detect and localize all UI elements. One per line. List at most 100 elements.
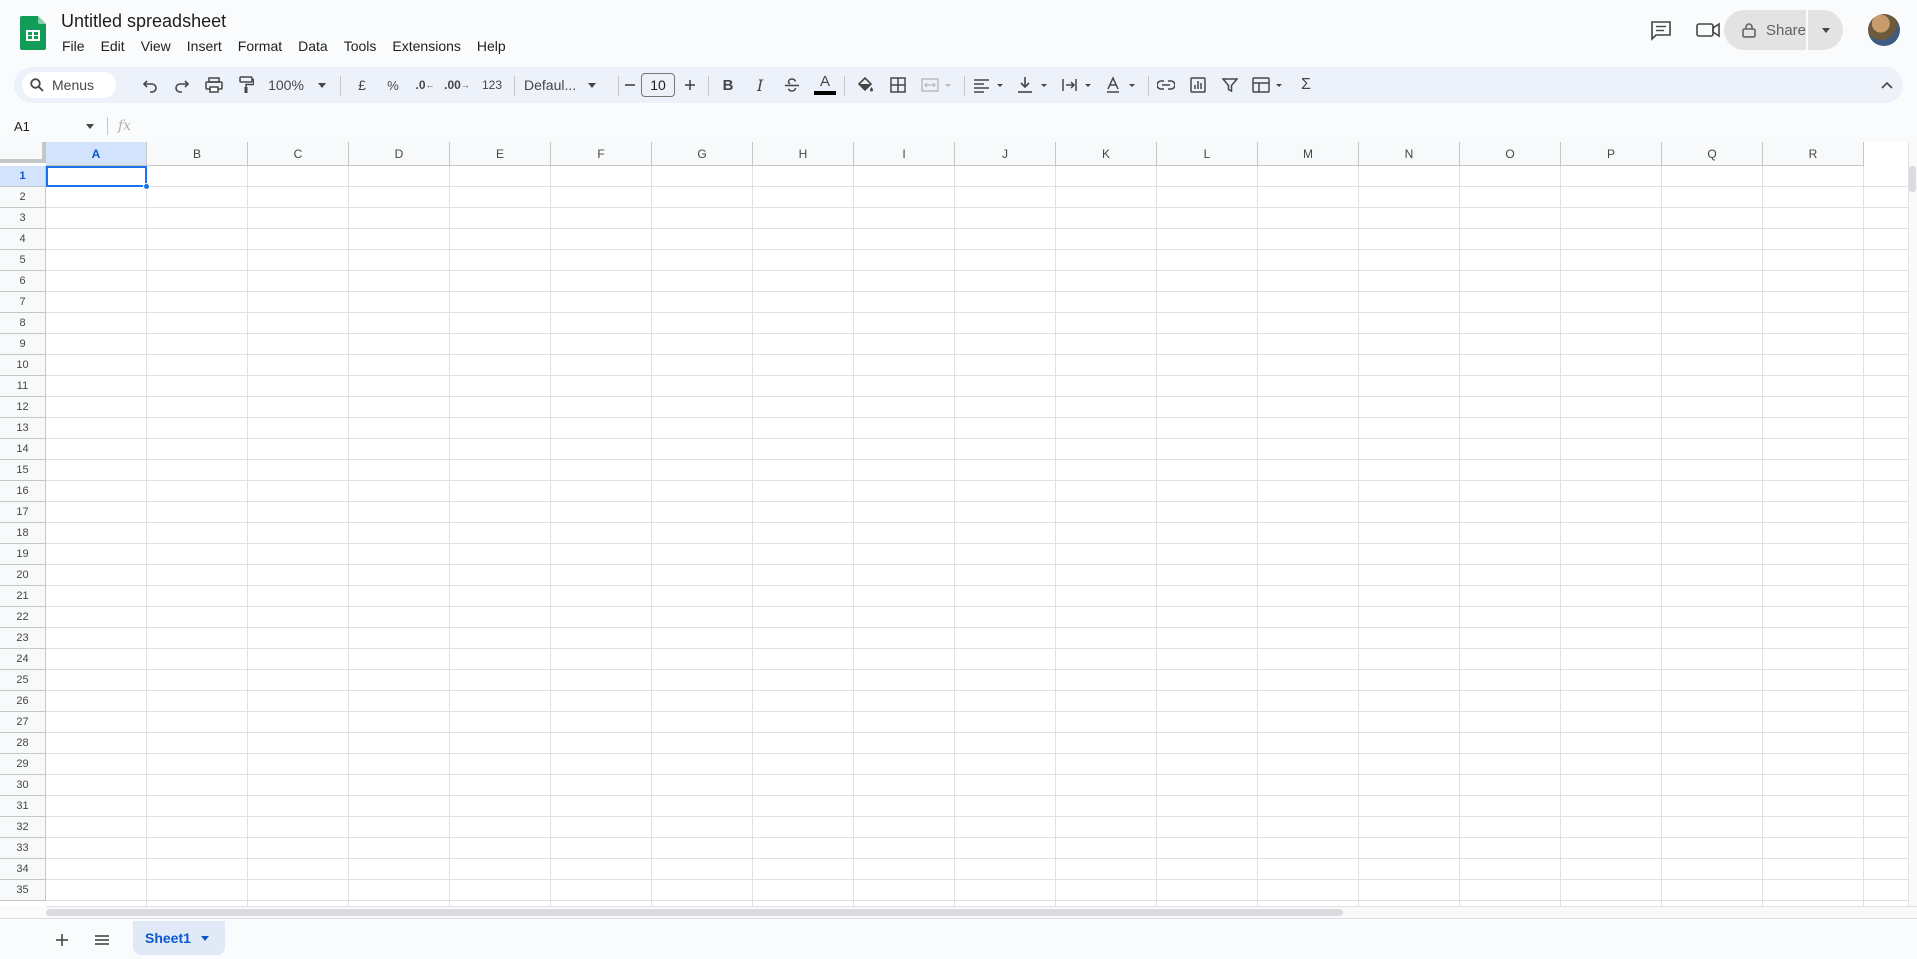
merge-cells-icon[interactable]	[918, 67, 958, 103]
row-header-28[interactable]: 28	[0, 733, 46, 754]
row-header-14[interactable]: 14	[0, 439, 46, 460]
column-header-e[interactable]: E	[450, 142, 551, 166]
filter-icon[interactable]	[1218, 67, 1242, 103]
cell-area[interactable]	[46, 166, 1909, 906]
row-header-8[interactable]: 8	[0, 313, 46, 334]
font-family-select[interactable]: Defaul...	[518, 67, 612, 103]
column-header-g[interactable]: G	[652, 142, 753, 166]
share-dropdown-button[interactable]	[1807, 10, 1843, 50]
column-header-n[interactable]: N	[1359, 142, 1460, 166]
menu-format[interactable]: Format	[230, 36, 290, 56]
avatar[interactable]	[1868, 14, 1900, 46]
insert-chart-icon[interactable]	[1186, 67, 1210, 103]
column-header-a[interactable]: A	[46, 142, 147, 166]
menu-tools[interactable]: Tools	[336, 36, 385, 56]
menu-extensions[interactable]: Extensions	[384, 36, 468, 56]
paint-format-icon[interactable]	[234, 67, 258, 103]
font-size-input[interactable]: 10	[641, 73, 675, 97]
link-icon[interactable]	[1154, 67, 1178, 103]
menu-data[interactable]: Data	[290, 36, 336, 56]
column-header-d[interactable]: D	[349, 142, 450, 166]
row-header-15[interactable]: 15	[0, 460, 46, 481]
sheet-tab-sheet1[interactable]: Sheet1	[133, 921, 225, 955]
all-sheets-button[interactable]	[90, 928, 114, 952]
row-header-13[interactable]: 13	[0, 418, 46, 439]
column-header-h[interactable]: H	[753, 142, 854, 166]
comment-icon[interactable]	[1649, 18, 1673, 42]
menu-file[interactable]: File	[54, 36, 93, 56]
column-header-c[interactable]: C	[248, 142, 349, 166]
row-header-30[interactable]: 30	[0, 775, 46, 796]
select-all-corner[interactable]	[0, 142, 46, 163]
row-header-19[interactable]: 19	[0, 544, 46, 565]
row-header-29[interactable]: 29	[0, 754, 46, 775]
add-sheet-button[interactable]	[50, 928, 74, 952]
more-formats-button[interactable]: 123	[476, 67, 508, 103]
column-header-p[interactable]: P	[1561, 142, 1662, 166]
row-header-20[interactable]: 20	[0, 565, 46, 586]
row-header-34[interactable]: 34	[0, 859, 46, 880]
increase-font-size-button[interactable]	[680, 67, 700, 103]
vertical-scrollbar[interactable]	[1908, 142, 1917, 906]
row-header-23[interactable]: 23	[0, 628, 46, 649]
row-header-22[interactable]: 22	[0, 607, 46, 628]
share-button[interactable]: Share	[1724, 10, 1806, 50]
row-header-18[interactable]: 18	[0, 523, 46, 544]
collapse-icon[interactable]	[1875, 67, 1899, 103]
row-header-32[interactable]: 32	[0, 817, 46, 838]
bold-icon[interactable]: B	[716, 67, 740, 103]
column-header-b[interactable]: B	[147, 142, 248, 166]
column-header-q[interactable]: Q	[1662, 142, 1763, 166]
row-header-11[interactable]: 11	[0, 376, 46, 397]
row-header-12[interactable]: 12	[0, 397, 46, 418]
row-header-7[interactable]: 7	[0, 292, 46, 313]
increase-decimal-button[interactable]: .00 →	[442, 67, 472, 103]
text-wrap-icon[interactable]	[1058, 67, 1098, 103]
undo-icon[interactable]	[138, 67, 162, 103]
row-header-31[interactable]: 31	[0, 796, 46, 817]
row-header-27[interactable]: 27	[0, 712, 46, 733]
borders-icon[interactable]	[886, 67, 910, 103]
text-rotation-icon[interactable]	[1102, 67, 1142, 103]
menu-insert[interactable]: Insert	[179, 36, 230, 56]
filter-views-icon[interactable]	[1250, 67, 1288, 103]
currency-format-button[interactable]: £	[350, 67, 374, 103]
menu-view[interactable]: View	[133, 36, 179, 56]
row-header-17[interactable]: 17	[0, 502, 46, 523]
column-header-f[interactable]: F	[551, 142, 652, 166]
row-header-26[interactable]: 26	[0, 691, 46, 712]
column-header-j[interactable]: J	[955, 142, 1056, 166]
menu-help[interactable]: Help	[469, 36, 514, 56]
horizontal-align-icon[interactable]	[970, 67, 1010, 103]
column-header-l[interactable]: L	[1157, 142, 1258, 166]
row-header-35[interactable]: 35	[0, 880, 46, 901]
horizontal-scroll-thumb[interactable]	[46, 909, 1343, 916]
vertical-scroll-thumb[interactable]	[1909, 166, 1916, 192]
row-header-3[interactable]: 3	[0, 208, 46, 229]
decrease-decimal-button[interactable]: .0 ←	[411, 67, 439, 103]
redo-icon[interactable]	[170, 67, 194, 103]
sheets-logo-icon[interactable]	[20, 16, 46, 50]
row-header-33[interactable]: 33	[0, 838, 46, 859]
formula-input[interactable]	[140, 116, 1900, 138]
text-color-icon[interactable]: A	[812, 67, 838, 103]
zoom-select[interactable]: 100%	[264, 67, 330, 103]
vertical-align-icon[interactable]	[1014, 67, 1054, 103]
column-header-o[interactable]: O	[1460, 142, 1561, 166]
row-header-1[interactable]: 1	[0, 166, 46, 187]
menu-edit[interactable]: Edit	[93, 36, 133, 56]
row-header-2[interactable]: 2	[0, 187, 46, 208]
percent-format-button[interactable]: %	[381, 67, 405, 103]
row-header-5[interactable]: 5	[0, 250, 46, 271]
row-header-9[interactable]: 9	[0, 334, 46, 355]
row-header-21[interactable]: 21	[0, 586, 46, 607]
name-box[interactable]: A1	[0, 114, 100, 138]
decrease-font-size-button[interactable]	[620, 67, 640, 103]
fill-handle[interactable]	[143, 183, 150, 190]
row-header-4[interactable]: 4	[0, 229, 46, 250]
document-title[interactable]: Untitled spreadsheet	[61, 11, 226, 32]
row-header-25[interactable]: 25	[0, 670, 46, 691]
print-icon[interactable]	[202, 67, 226, 103]
row-header-6[interactable]: 6	[0, 271, 46, 292]
functions-icon[interactable]: Σ	[1294, 67, 1318, 103]
